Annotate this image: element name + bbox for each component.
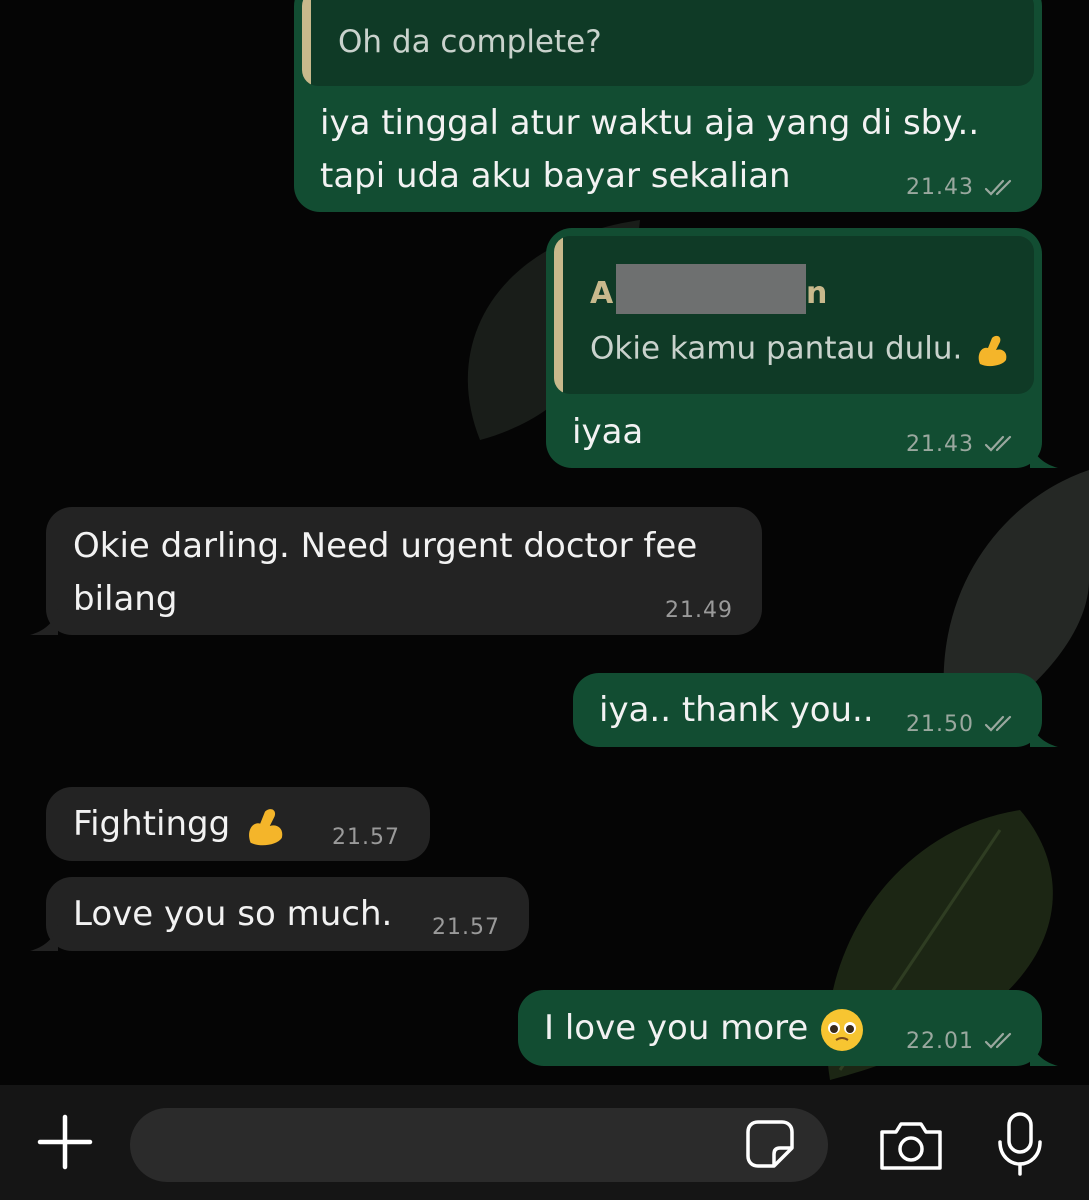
plus-icon[interactable] bbox=[36, 1113, 94, 1171]
quote-author-initial: A bbox=[590, 276, 614, 311]
microphone-icon[interactable] bbox=[994, 1110, 1046, 1180]
message-text: tapi uda aku bayar sekalian bbox=[320, 156, 791, 196]
bubble-tail bbox=[1030, 442, 1058, 468]
bubble-tail bbox=[1030, 1040, 1058, 1066]
message-text: iyaa bbox=[572, 412, 644, 452]
message-time: 21.57 bbox=[332, 825, 400, 850]
flexed-biceps-emoji bbox=[249, 808, 283, 845]
outgoing-message[interactable]: Oh da complete? iya tinggal atur waktu a… bbox=[294, 0, 1042, 212]
message-text-content: Fightingg bbox=[73, 804, 231, 844]
message-text: Fightingg bbox=[73, 798, 289, 850]
quote-text-content: Okie kamu pantau dulu. bbox=[590, 330, 963, 367]
camera-icon[interactable] bbox=[876, 1118, 946, 1174]
quoted-message[interactable]: Oh da complete? bbox=[302, 0, 1034, 86]
message-time: 21.50 bbox=[906, 712, 974, 737]
quote-text: Oh da complete? bbox=[338, 24, 602, 60]
message-text: bilang bbox=[73, 579, 178, 619]
double-check-icon bbox=[984, 435, 1012, 452]
message-text: iya.. thank you.. bbox=[599, 690, 874, 730]
double-check-icon bbox=[984, 715, 1012, 732]
bubble-tail bbox=[1030, 721, 1058, 747]
incoming-message[interactable]: Fightingg 21.57 bbox=[46, 787, 430, 861]
message-time: 22.01 bbox=[906, 1029, 974, 1054]
message-text: iya tinggal atur waktu aja yang di sby.. bbox=[320, 103, 980, 143]
message-time: 21.49 bbox=[665, 598, 733, 623]
outgoing-message[interactable]: iya.. thank you.. 21.50 bbox=[573, 673, 1042, 747]
sticker-icon[interactable] bbox=[744, 1118, 796, 1170]
quote-bar bbox=[302, 0, 311, 86]
message-text: Okie darling. Need urgent doctor fee bbox=[73, 526, 698, 566]
outgoing-message[interactable]: I love you more 22.01 bbox=[518, 990, 1042, 1066]
outgoing-message[interactable]: A n Okie kamu pantau dulu. iyaa 21.43 bbox=[546, 228, 1042, 468]
message-text-content: I love you more bbox=[544, 1008, 809, 1048]
quoted-message[interactable]: A n Okie kamu pantau dulu. bbox=[554, 236, 1034, 394]
double-check-icon bbox=[984, 1032, 1012, 1049]
bubble-tail bbox=[30, 925, 58, 951]
bubble-tail bbox=[30, 609, 58, 635]
quote-author-final: n bbox=[806, 276, 828, 311]
double-check-icon bbox=[984, 179, 1012, 196]
redacted-name bbox=[616, 264, 806, 314]
message-text: I love you more bbox=[544, 1002, 865, 1054]
message-time: 21.43 bbox=[906, 432, 974, 457]
message-text: Love you so much. bbox=[73, 894, 393, 934]
quote-text: Okie kamu pantau dulu. bbox=[590, 330, 1012, 370]
message-time: 21.43 bbox=[906, 175, 974, 200]
incoming-message[interactable]: Love you so much. 21.57 bbox=[46, 877, 529, 951]
message-input[interactable] bbox=[130, 1108, 828, 1182]
message-time: 21.57 bbox=[432, 915, 500, 940]
flexed-biceps-emoji bbox=[978, 335, 1007, 367]
pleading-face-emoji bbox=[821, 1008, 864, 1051]
quote-bar bbox=[554, 236, 563, 394]
message-list[interactable]: Oh da complete? iya tinggal atur waktu a… bbox=[0, 0, 1089, 1085]
incoming-message[interactable]: Okie darling. Need urgent doctor fee bil… bbox=[46, 507, 762, 635]
